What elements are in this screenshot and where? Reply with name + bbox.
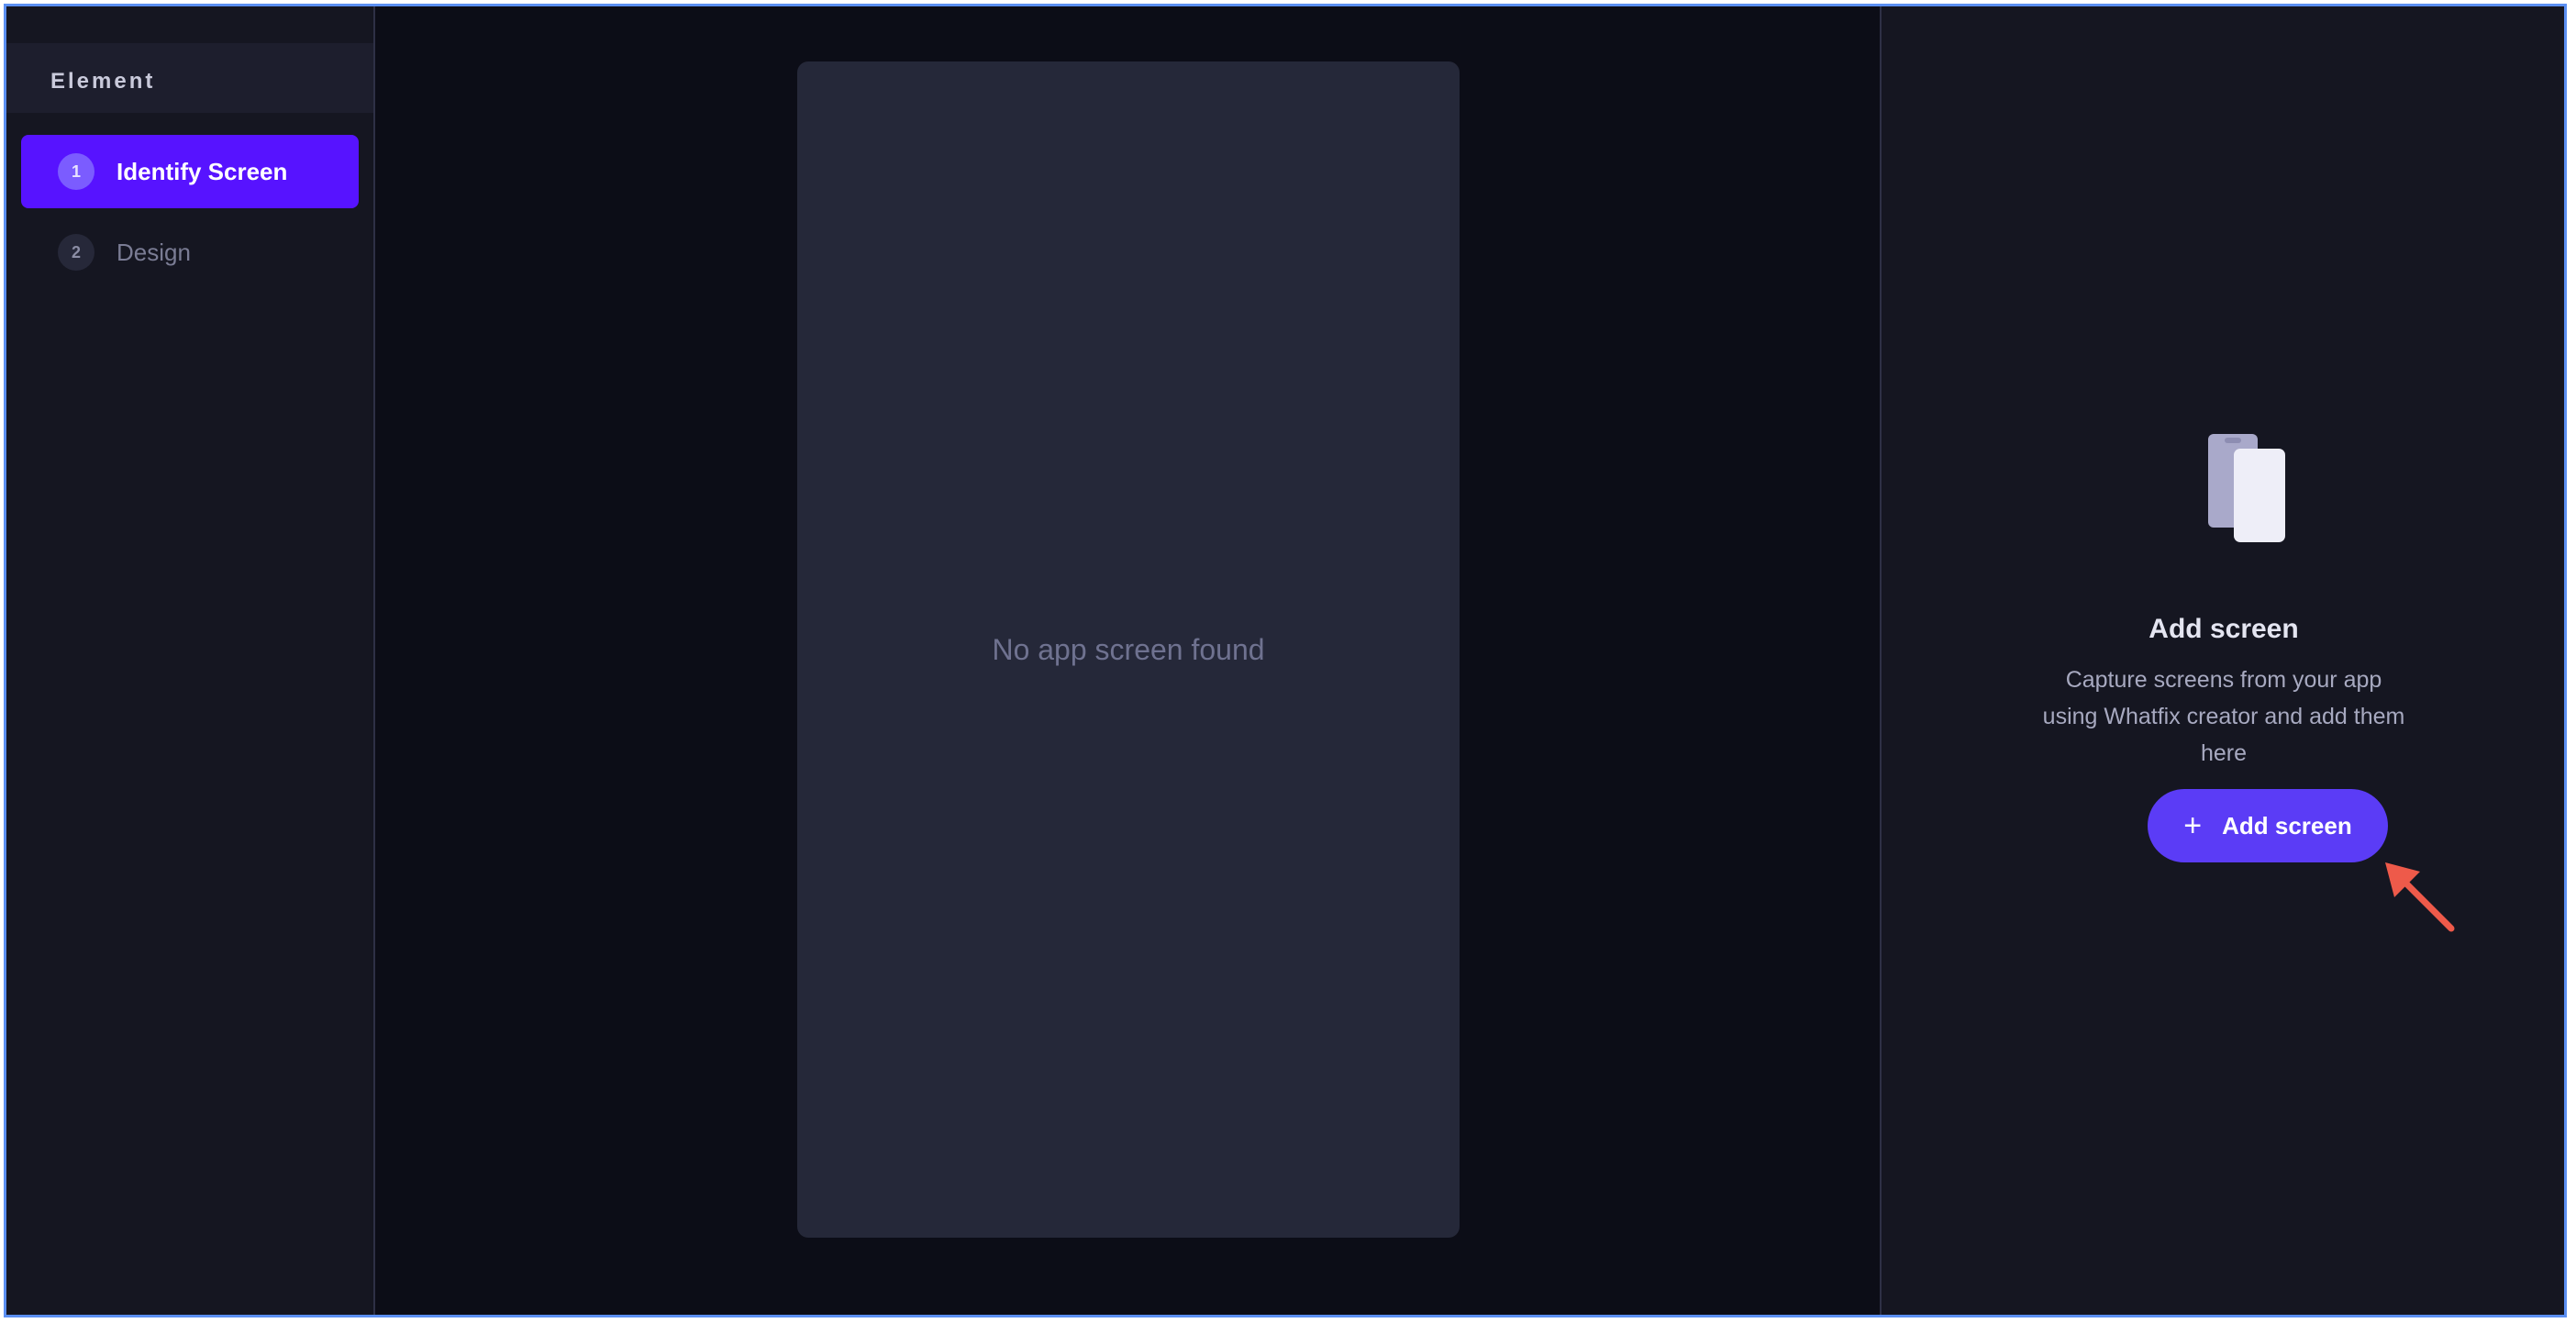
annotation-arrow-icon: [2385, 862, 2455, 932]
step-number: 2: [58, 234, 94, 271]
add-screen-button[interactable]: + Add screen: [2148, 789, 2388, 862]
sidebar: Element 1 Identify Screen 2 Design: [6, 6, 375, 1315]
panel-heading: Add screen: [2149, 614, 2299, 644]
plus-icon: +: [2183, 808, 2203, 843]
step-label: Identify Screen: [117, 157, 288, 185]
step-label: Design: [117, 238, 191, 266]
mobile-screens-icon: [2208, 434, 2285, 542]
screen-canvas: No app screen found: [375, 6, 1880, 1315]
app-screen-placeholder: No app screen found: [797, 61, 1460, 1238]
sidebar-title: Element: [50, 69, 156, 94]
app-window: Element 1 Identify Screen 2 Design No ap…: [4, 4, 2567, 1317]
step-design[interactable]: 2 Design: [21, 216, 359, 289]
step-number: 1: [58, 153, 94, 190]
add-screen-panel: Add screen Capture screens from your app…: [1880, 6, 2564, 1315]
step-identify-screen[interactable]: 1 Identify Screen: [21, 135, 359, 208]
empty-state-message: No app screen found: [992, 632, 1265, 666]
sidebar-header: Element: [6, 43, 373, 113]
add-screen-button-label: Add screen: [2222, 811, 2352, 839]
panel-description: Capture screens from your app using What…: [2042, 667, 2405, 766]
